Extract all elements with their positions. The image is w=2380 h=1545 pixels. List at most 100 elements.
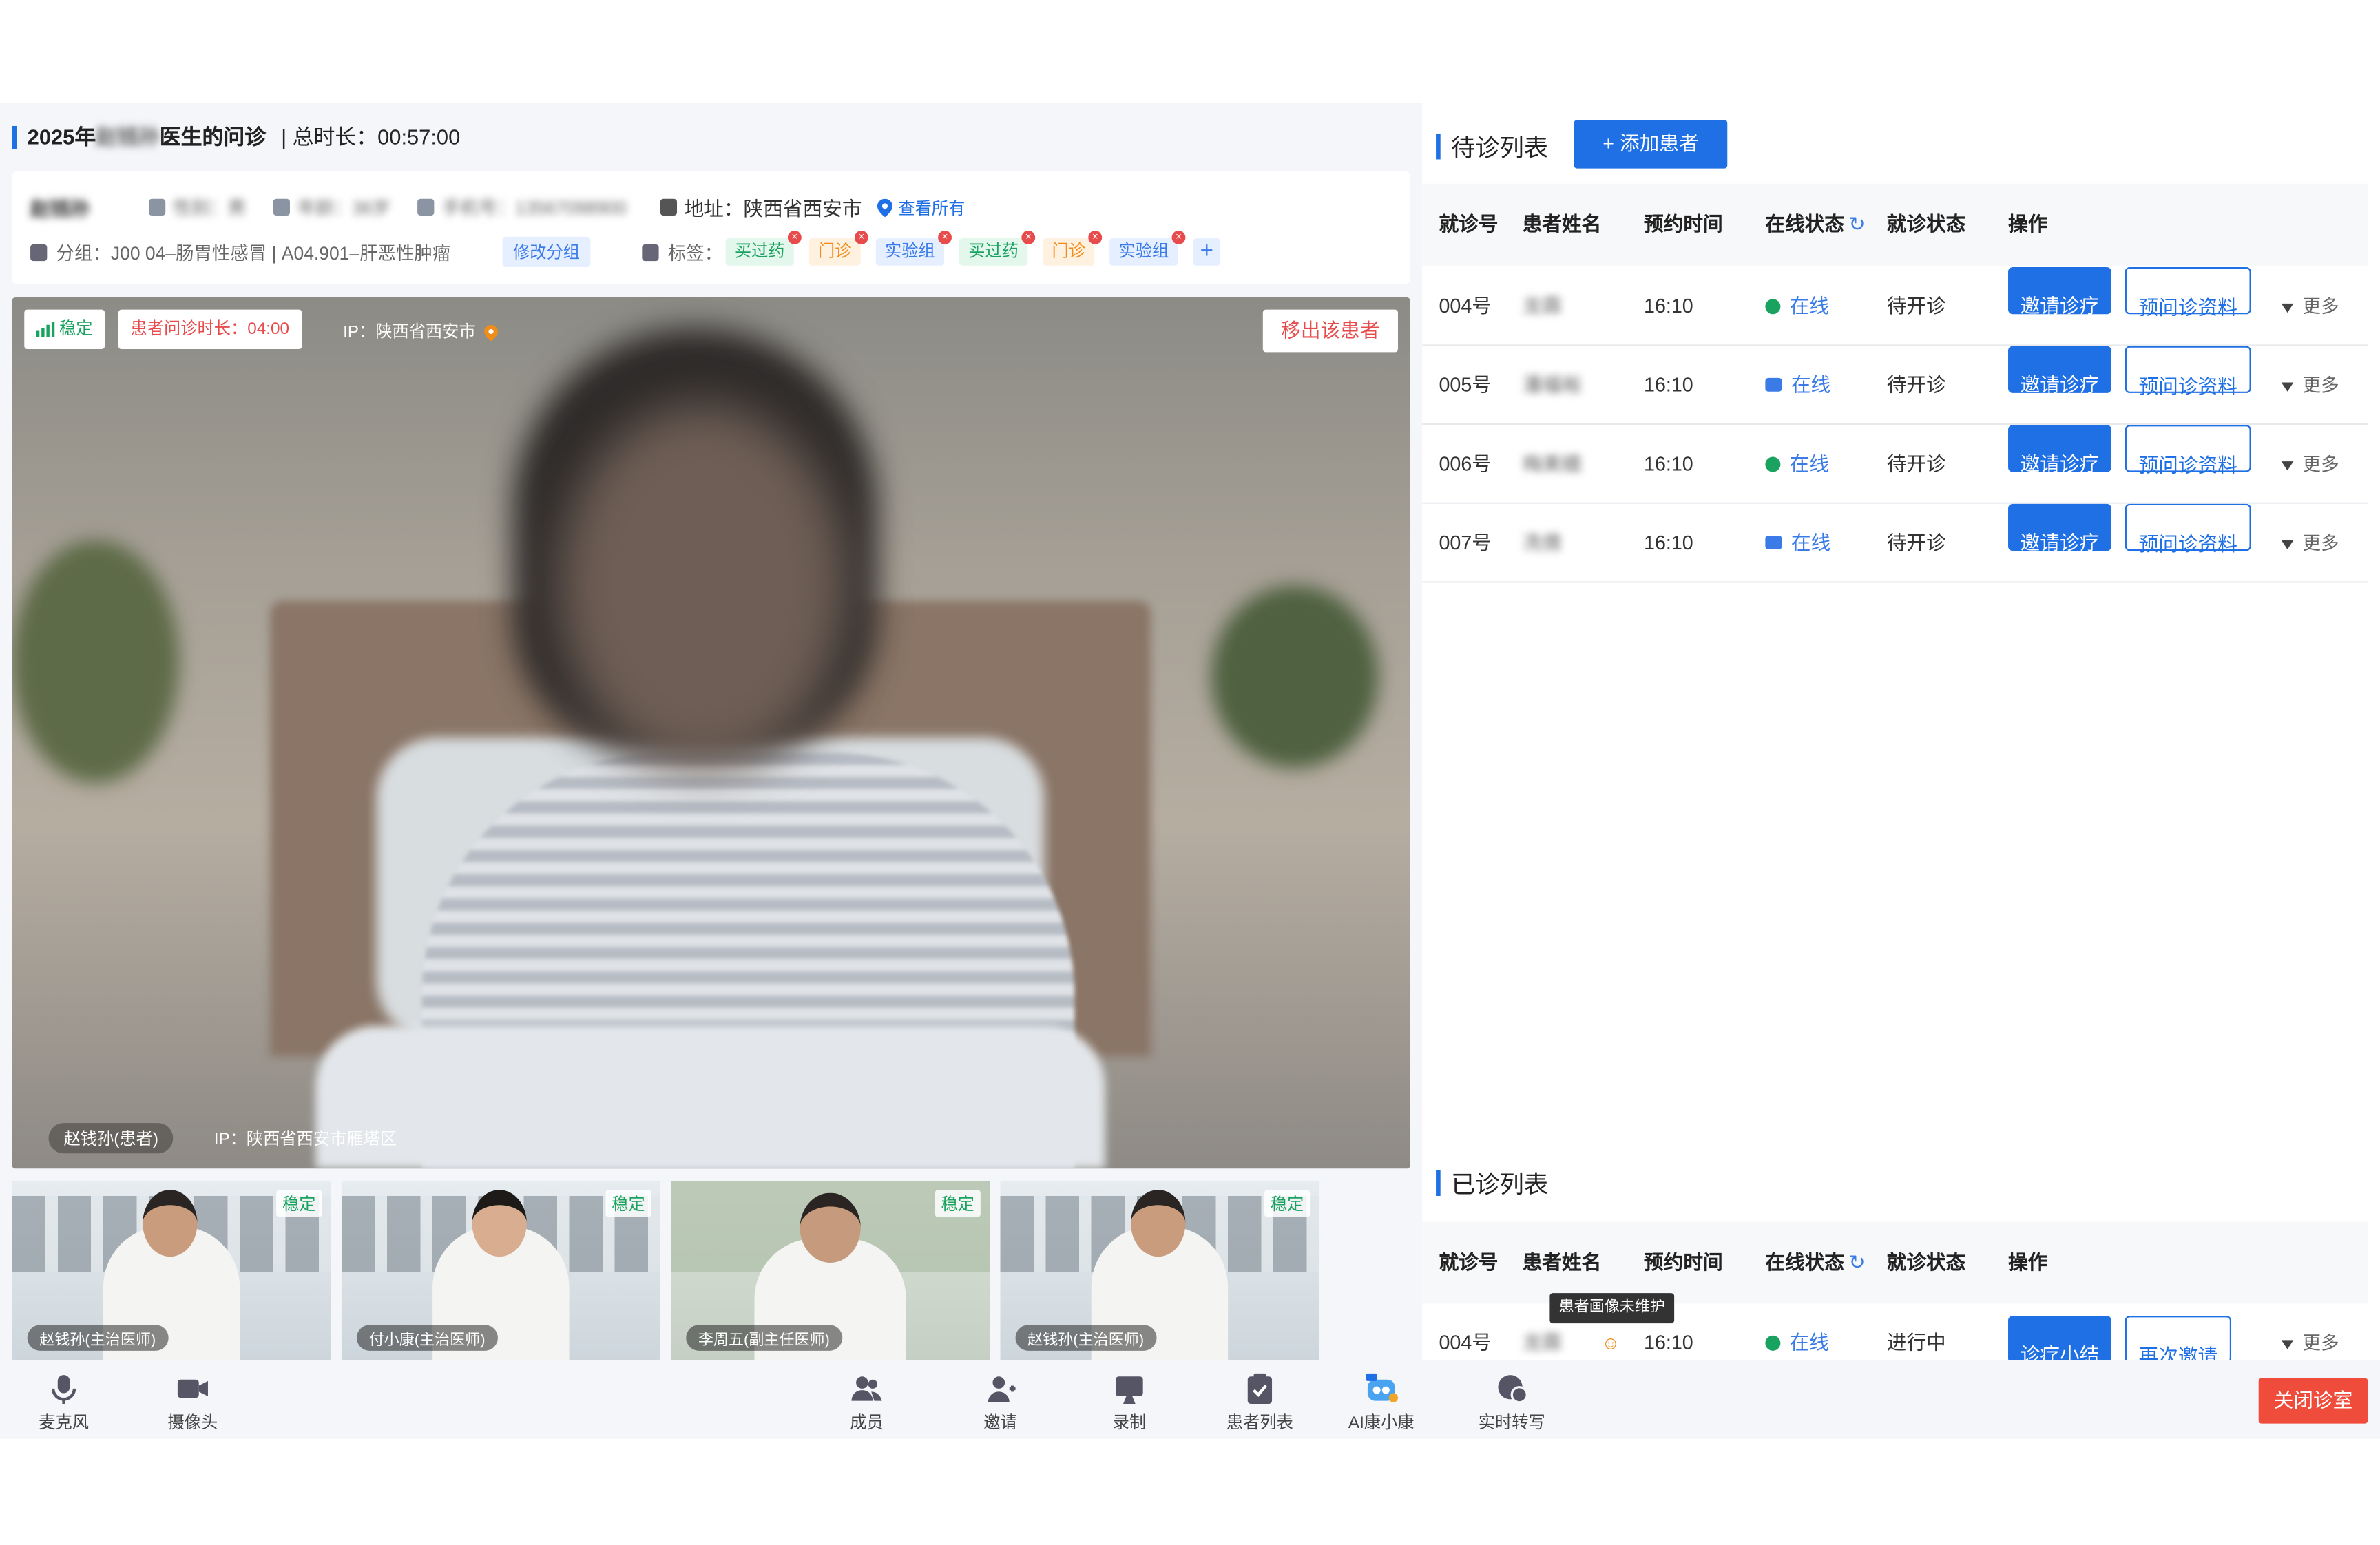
remove-tag-icon[interactable]: × bbox=[1171, 231, 1186, 244]
patient-list-button[interactable]: 患者列表 bbox=[1214, 1372, 1305, 1434]
col-appt-time: 预约时间 bbox=[1644, 1250, 1723, 1274]
pre-consult-button[interactable]: 预问诊资料 bbox=[2125, 346, 2251, 398]
clipboard-icon bbox=[1247, 1373, 1273, 1404]
online-status: 在线 bbox=[1765, 504, 1830, 583]
patient-age: 年龄：36岁 bbox=[298, 197, 391, 219]
remove-tag-icon[interactable]: × bbox=[787, 231, 802, 244]
remove-tag-icon[interactable]: × bbox=[1021, 231, 1036, 244]
online-text: 在线 bbox=[1789, 294, 1829, 317]
thumb-name: 赵钱孙(主治医师) bbox=[27, 1325, 168, 1351]
visit-status: 待开诊 bbox=[1886, 373, 1946, 397]
location-pin-icon bbox=[485, 324, 499, 341]
participant-thumb[interactable]: 稳定 赵钱孙(主治医师) bbox=[12, 1180, 331, 1360]
close-room-button[interactable]: 关闭诊室 bbox=[2258, 1378, 2368, 1424]
remove-tag-icon[interactable]: × bbox=[854, 231, 868, 244]
waiting-row[interactable]: 004号 龙霖 16:10 在线 待开诊 邀请诊疗 预问诊资料 更多 bbox=[1422, 266, 2368, 346]
more-text: 更多 bbox=[2302, 1332, 2339, 1354]
ip-bottom: IP：陕西省西安市雁塔区 bbox=[213, 1131, 397, 1149]
pre-consult-button[interactable]: 预问诊资料 bbox=[2125, 266, 2251, 319]
invite-treatment-button[interactable]: 邀请诊疗 bbox=[2008, 266, 2111, 317]
more-text: 更多 bbox=[2302, 454, 2339, 475]
visit-no: 005号 bbox=[1439, 373, 1492, 397]
appt-time: 16:10 bbox=[1644, 531, 1693, 554]
record-label: 录制 bbox=[1112, 1414, 1147, 1433]
app-icon bbox=[1765, 378, 1782, 392]
mic-button[interactable]: 麦克风 bbox=[18, 1372, 109, 1434]
address-icon bbox=[660, 198, 677, 216]
remove-tag-icon[interactable]: × bbox=[1088, 231, 1103, 244]
remove-patient-button[interactable]: 移出该患者 bbox=[1262, 309, 1398, 353]
more-text: 更多 bbox=[2302, 532, 2339, 554]
summary-button[interactable]: 诊疗小结 bbox=[2008, 1316, 2111, 1360]
col-online: 在线状态 ↻ bbox=[1765, 184, 1865, 266]
more-menu[interactable]: 更多 bbox=[2281, 267, 2339, 346]
add-tag-button[interactable]: + bbox=[1193, 238, 1221, 266]
patient-tag: 买过药 × bbox=[959, 231, 1036, 266]
waiting-row[interactable]: 007号 冼倩 16:10 在线 待开诊 邀请诊疗 预问诊资料 更多 bbox=[1422, 503, 2368, 583]
invite-label: 邀请 bbox=[983, 1414, 1017, 1433]
transcribe-label: 实时转写 bbox=[1478, 1414, 1545, 1433]
members-button[interactable]: 成员 bbox=[821, 1372, 912, 1434]
pre-consult-button[interactable]: 预问诊资料 bbox=[2125, 425, 2251, 476]
doctor-head bbox=[1131, 1190, 1186, 1257]
more-text: 更多 bbox=[2302, 295, 2339, 317]
col-online: 在线状态 ↻ bbox=[1765, 1221, 1865, 1303]
total-duration: | 总时长：00:57:00 bbox=[281, 124, 461, 149]
done-list-title: 已诊列表 bbox=[1436, 1164, 1548, 1201]
edit-group-button[interactable]: 修改分组 bbox=[502, 236, 591, 267]
invite-treatment-button[interactable]: 邀请诊疗 bbox=[2008, 425, 2111, 475]
col-actions: 操作 bbox=[2008, 212, 2048, 235]
chevron-down-icon bbox=[2281, 1340, 2294, 1349]
record-button[interactable]: 录制 bbox=[1084, 1372, 1175, 1434]
patient-info-card: 赵钱孙 性别：男 年龄：36岁 手机号：13567098900 地址：陕西省西安… bbox=[12, 171, 1410, 284]
patient-name: 潘福裕 bbox=[1522, 373, 1582, 397]
more-menu[interactable]: 更多 bbox=[2281, 425, 2339, 504]
microphone-icon bbox=[51, 1375, 76, 1404]
waiting-row[interactable]: 006号 梅美娥 16:10 在线 待开诊 邀请诊疗 预问诊资料 更多 bbox=[1422, 425, 2368, 504]
participant-thumb[interactable]: 稳定 赵钱孙(主治医师) bbox=[1000, 1180, 1319, 1360]
visit-status: 待开诊 bbox=[1886, 294, 1946, 317]
ip-top: IP：陕西省西安市 bbox=[343, 319, 499, 343]
caller-name: 赵钱孙(患者) bbox=[48, 1123, 174, 1154]
doctor-head bbox=[800, 1192, 861, 1263]
pre-consult-button[interactable]: 预问诊资料 bbox=[2125, 503, 2251, 556]
patient-face bbox=[559, 403, 847, 768]
refresh-icon[interactable]: ↻ bbox=[1849, 213, 1866, 235]
appt-time: 16:10 bbox=[1644, 294, 1693, 317]
transcribe-button[interactable]: 实时转写 bbox=[1466, 1372, 1557, 1434]
refresh-icon[interactable]: ↻ bbox=[1849, 1250, 1866, 1273]
visit-status: 进行中 bbox=[1886, 1331, 1946, 1354]
participant-thumb[interactable]: 稳定 付小康(主治医师) bbox=[341, 1180, 660, 1360]
invite-treatment-button[interactable]: 邀请诊疗 bbox=[2008, 346, 2111, 396]
more-menu[interactable]: 更多 bbox=[2281, 504, 2339, 583]
portrait-tooltip: 患者画像未维护 bbox=[1549, 1293, 1675, 1324]
waiting-row[interactable]: 005号 潘福裕 16:10 在线 待开诊 邀请诊疗 预问诊资料 更多 bbox=[1422, 346, 2368, 425]
waiting-title-text: 待诊列表 bbox=[1451, 136, 1549, 162]
ai-label: AI康小康 bbox=[1348, 1414, 1415, 1433]
members-label: 成员 bbox=[850, 1414, 884, 1433]
view-all-link[interactable]: 查看所有 bbox=[898, 195, 965, 219]
main-video[interactable]: 稳定 患者问诊时长：04:00 IP：陕西省西安市 移出该患者 赵钱孙(患者) … bbox=[12, 297, 1410, 1169]
col-visit-no: 就诊号 bbox=[1439, 212, 1499, 235]
reinvite-button[interactable]: 再次邀请 bbox=[2125, 1316, 2232, 1360]
signal-badge: 稳定 bbox=[24, 309, 105, 349]
camera-button[interactable]: 摄像头 bbox=[147, 1372, 238, 1434]
invite-button[interactable]: 邀请 bbox=[954, 1372, 1045, 1434]
invite-treatment-button[interactable]: 邀请诊疗 bbox=[2008, 503, 2111, 554]
visit-no: 007号 bbox=[1439, 531, 1492, 554]
title-doctor-name: 赵钱孙 bbox=[96, 124, 160, 149]
title-prefix: 2025年 bbox=[27, 124, 96, 149]
participant-thumb[interactable]: 稳定 李周五(副主任医师) bbox=[671, 1180, 990, 1360]
appt-time: 16:10 bbox=[1644, 373, 1693, 397]
online-text: 在线 bbox=[1789, 1331, 1829, 1354]
remove-tag-icon[interactable]: × bbox=[938, 231, 952, 244]
camera-label: 摄像头 bbox=[167, 1414, 218, 1433]
add-patient-button[interactable]: + 添加患者 bbox=[1574, 120, 1728, 169]
col-actions: 操作 bbox=[2008, 1250, 2048, 1274]
col-patient-name: 患者姓名 bbox=[1522, 1250, 1602, 1274]
online-text: 在线 bbox=[1791, 373, 1831, 397]
more-menu[interactable]: 更多 bbox=[2281, 1303, 2339, 1360]
wechat-icon bbox=[1765, 298, 1781, 314]
ai-assistant-button[interactable]: AI康小康 bbox=[1336, 1372, 1427, 1434]
more-menu[interactable]: 更多 bbox=[2281, 346, 2339, 425]
